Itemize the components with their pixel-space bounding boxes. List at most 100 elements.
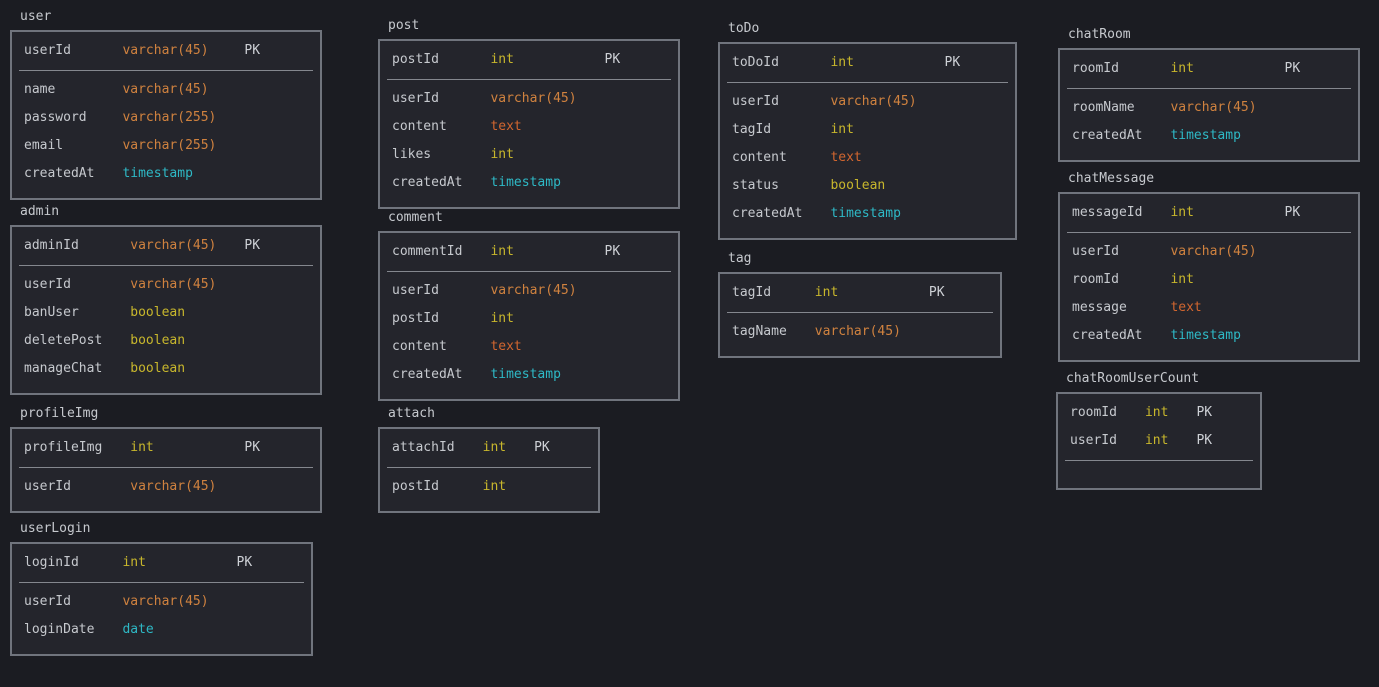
pk-badge: PK — [244, 232, 308, 260]
field-name: userId — [24, 37, 94, 65]
field-name: userId — [24, 271, 102, 299]
table-box: loginIdintPKuserIdvarchar(45)loginDateda… — [10, 542, 313, 656]
table-card-admin[interactable]: adminadminIdvarchar(45)PKuserIdvarchar(4… — [10, 204, 322, 395]
field-type: int — [1170, 55, 1256, 83]
pk-divider — [387, 271, 671, 272]
table-card-chatmessage[interactable]: chatMessagemessageIdintPKuserIdvarchar(4… — [1058, 171, 1360, 362]
field-name: createdAt — [1072, 122, 1142, 150]
field-name: adminId — [24, 232, 102, 260]
erd-canvas: { "colors":{ "background":"#1b1c22", "ca… — [0, 0, 1379, 687]
table-card-comment[interactable]: commentcommentIdintPKuserIdvarchar(45)po… — [378, 210, 680, 401]
table-box: roomIdintPKroomNamevarchar(45)createdAtt… — [1058, 48, 1360, 162]
table-title: user — [20, 9, 322, 25]
table-card-userlogin[interactable]: userLoginloginIdintPKuserIdvarchar(45)lo… — [10, 521, 313, 656]
field-name: postId — [392, 473, 455, 501]
field-type: varchar(45) — [122, 76, 216, 104]
pk-badge — [1285, 266, 1346, 294]
field-type: timestamp — [122, 160, 216, 188]
field-name: banUser — [24, 299, 102, 327]
field-type: varchar(45) — [830, 88, 916, 116]
field-name: userId — [24, 473, 102, 501]
field-name: loginId — [24, 549, 94, 577]
field-type: int — [130, 434, 216, 462]
field-name: likes — [392, 141, 462, 169]
pk-divider — [1067, 232, 1351, 233]
field-name: commentId — [392, 238, 462, 266]
field-type: int — [1170, 199, 1256, 227]
table-box: postIdintPKuserIdvarchar(45)contenttextl… — [378, 39, 680, 209]
empty-body — [1070, 466, 1248, 478]
field-name: roomId — [1072, 266, 1142, 294]
field-name: createdAt — [392, 169, 462, 197]
pk-divider — [1067, 88, 1351, 89]
pk-badge — [945, 200, 1003, 228]
table-card-tag[interactable]: tagtagIdintPKtagNamevarchar(45) — [718, 251, 1002, 358]
field-type: text — [1170, 294, 1256, 322]
field-type: text — [490, 113, 576, 141]
pk-badge: PK — [1196, 399, 1248, 427]
table-card-chatroom[interactable]: chatRoomroomIdintPKroomNamevarchar(45)cr… — [1058, 27, 1360, 162]
field-grid: profileImgintPKuserIdvarchar(45) — [12, 429, 320, 511]
pk-badge — [244, 271, 308, 299]
pk-badge — [1285, 94, 1346, 122]
pk-badge: PK — [244, 434, 308, 462]
table-card-chatroomusercount[interactable]: chatRoomUserCountroomIdintPKuserIdintPK — [1056, 371, 1262, 490]
field-grid: postIdintPKuserIdvarchar(45)contenttextl… — [380, 41, 678, 207]
table-box: tagIdintPKtagNamevarchar(45) — [718, 272, 1002, 358]
field-type: varchar(45) — [1170, 94, 1256, 122]
field-type: int — [1145, 399, 1168, 427]
field-type: varchar(45) — [122, 588, 208, 616]
pk-divider — [19, 265, 313, 266]
field-grid: adminIdvarchar(45)PKuserIdvarchar(45)ban… — [12, 227, 320, 393]
field-type: text — [830, 144, 916, 172]
field-grid: tagIdintPKtagNamevarchar(45) — [720, 274, 1000, 356]
table-card-todo[interactable]: toDotoDoIdintPKuserIdvarchar(45)tagIdint… — [718, 21, 1017, 240]
pk-badge: PK — [929, 279, 988, 307]
field-type: int — [830, 49, 916, 77]
field-grid: roomIdintPKroomNamevarchar(45)createdAtt… — [1060, 50, 1358, 160]
pk-badge: PK — [605, 238, 666, 266]
table-card-post[interactable]: postpostIdintPKuserIdvarchar(45)contentt… — [378, 18, 680, 209]
field-type: varchar(255) — [122, 132, 216, 160]
field-name: tagName — [732, 318, 787, 346]
pk-divider — [727, 312, 993, 313]
field-type: varchar(45) — [815, 318, 901, 346]
field-name: status — [732, 172, 802, 200]
table-card-attach[interactable]: attachattachIdintPKpostIdint — [378, 406, 600, 513]
field-type: varchar(45) — [1170, 238, 1256, 266]
field-name: manageChat — [24, 355, 102, 383]
pk-badge — [605, 85, 666, 113]
field-type: varchar(255) — [122, 104, 216, 132]
table-box: commentIdintPKuserIdvarchar(45)postIdint… — [378, 231, 680, 401]
field-type: timestamp — [490, 361, 576, 389]
pk-badge — [945, 116, 1003, 144]
field-type: timestamp — [1170, 122, 1256, 150]
pk-badge — [244, 355, 308, 383]
pk-badge: PK — [244, 37, 308, 65]
pk-badge — [945, 88, 1003, 116]
field-name: deletePost — [24, 327, 102, 355]
pk-badge: PK — [1285, 199, 1346, 227]
field-type: int — [490, 141, 576, 169]
pk-badge — [605, 305, 666, 333]
field-name: email — [24, 132, 94, 160]
table-card-profileimg[interactable]: profileImgprofileImgintPKuserIdvarchar(4… — [10, 406, 322, 513]
table-title: chatMessage — [1068, 171, 1360, 187]
table-title: chatRoomUserCount — [1066, 371, 1262, 387]
pk-badge — [945, 144, 1003, 172]
field-name: message — [1072, 294, 1142, 322]
table-card-user[interactable]: useruserIdvarchar(45)PKnamevarchar(45)pa… — [10, 9, 322, 200]
field-type: varchar(45) — [490, 277, 576, 305]
pk-badge: PK — [237, 549, 299, 577]
pk-badge — [244, 76, 308, 104]
field-type: varchar(45) — [130, 271, 216, 299]
table-box: toDoIdintPKuserIdvarchar(45)tagIdintcont… — [718, 42, 1017, 240]
pk-badge: PK — [945, 49, 1003, 77]
pk-badge — [605, 277, 666, 305]
pk-badge: PK — [605, 46, 666, 74]
pk-badge — [244, 327, 308, 355]
field-name: createdAt — [732, 200, 802, 228]
field-type: text — [490, 333, 576, 361]
field-name: createdAt — [24, 160, 94, 188]
table-box: adminIdvarchar(45)PKuserIdvarchar(45)ban… — [10, 225, 322, 395]
